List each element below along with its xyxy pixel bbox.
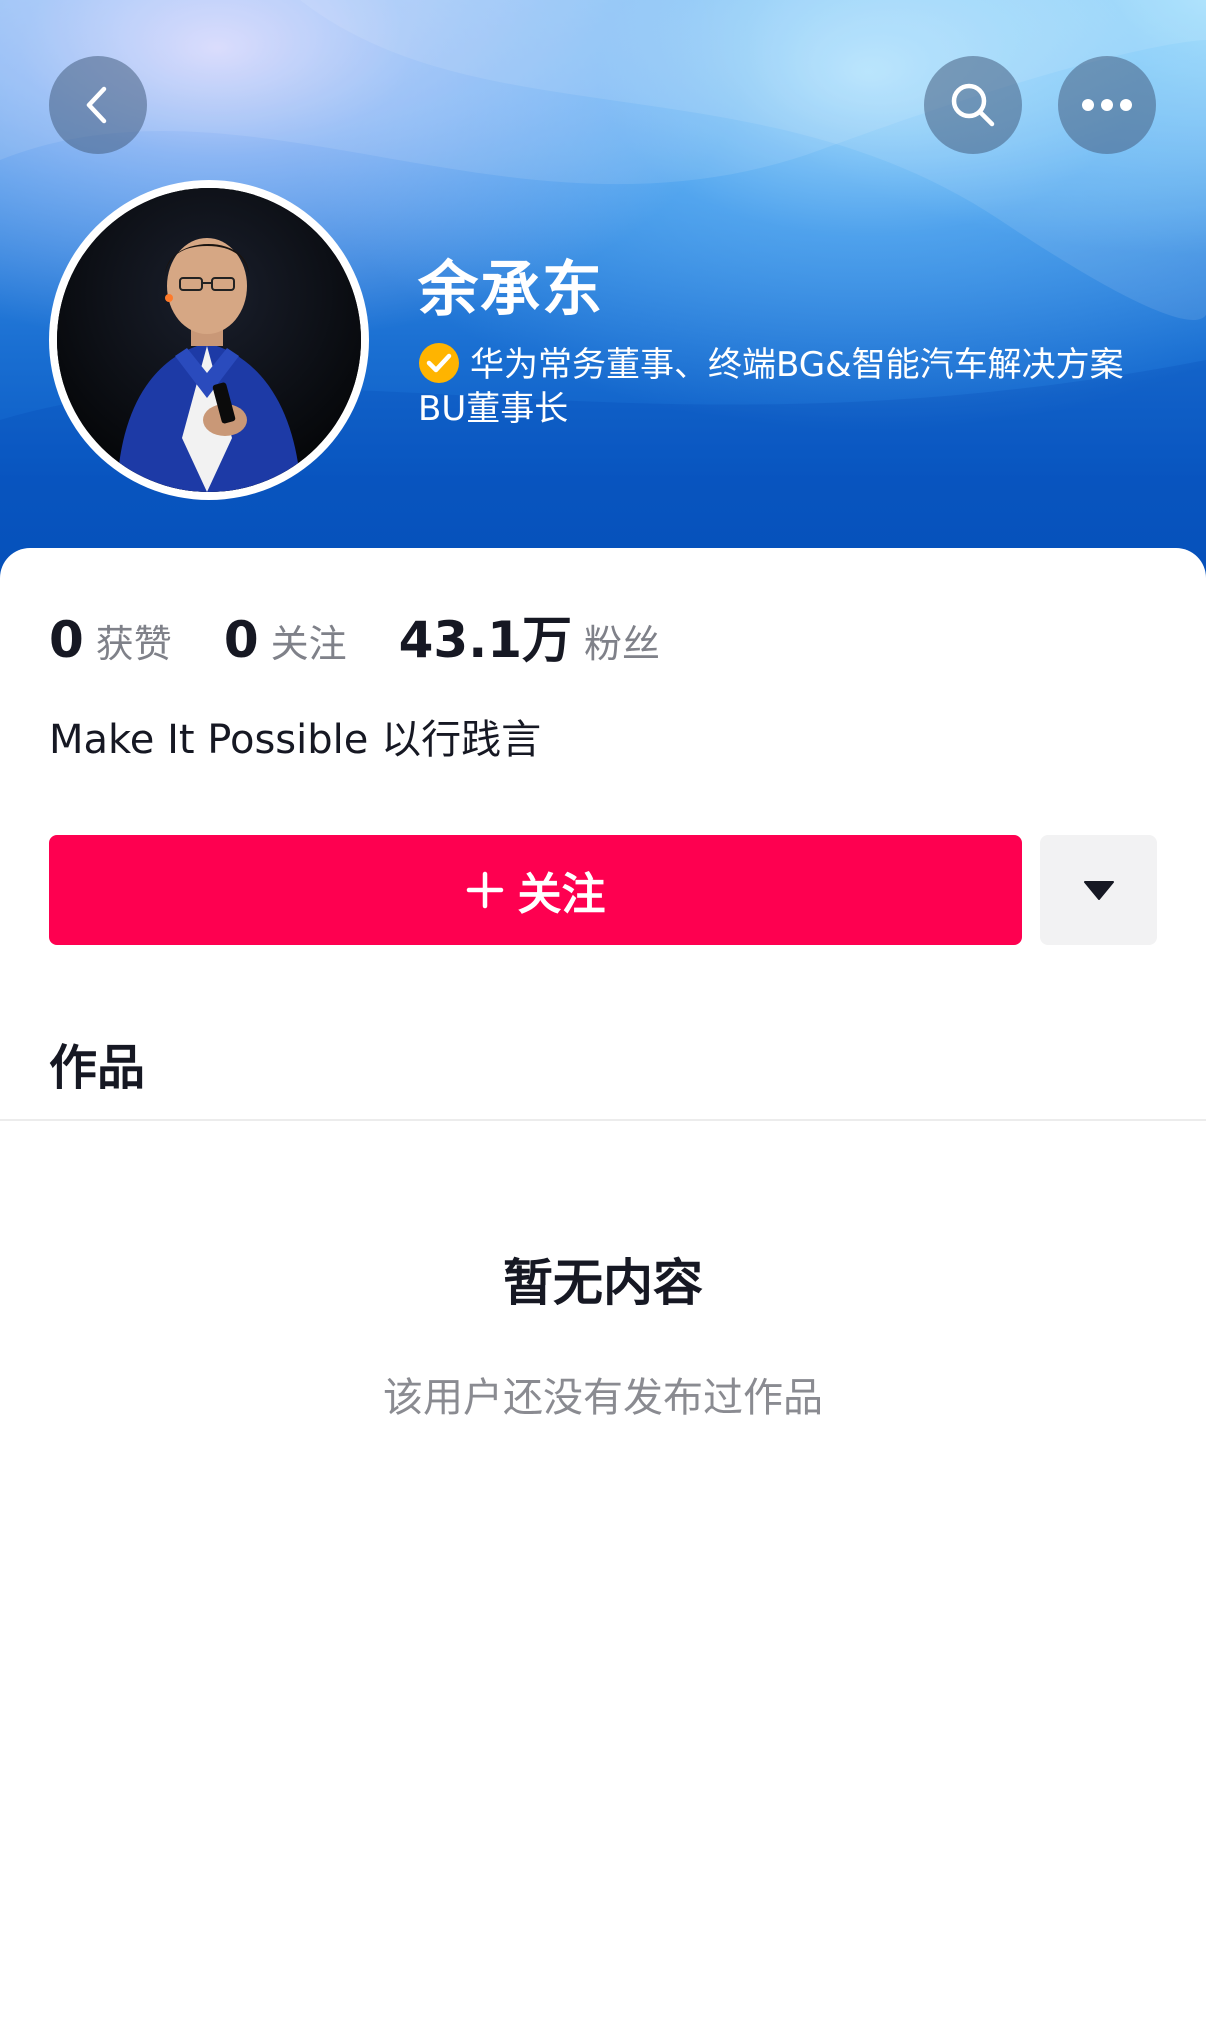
- caret-down-icon: [1083, 881, 1114, 900]
- profile-page: 余承东 华为常务董事、终端BG&智能汽车解决方案BU董事长 0 获赞 0 关注 …: [0, 0, 1206, 2031]
- stat-followers-value: 43.1万: [398, 611, 572, 669]
- search-icon: [951, 83, 995, 127]
- stat-following-label: 关注: [270, 622, 347, 666]
- empty-state-title: 暂无内容: [503, 1254, 703, 1312]
- verification-text: 华为常务董事、终端BG&智能汽车解决方案BU董事长: [418, 345, 1124, 429]
- profile-bio: Make It Possible 以行践言: [49, 717, 542, 763]
- search-button[interactable]: [924, 56, 1022, 154]
- more-dots-icon: [1082, 99, 1132, 111]
- avatar-frame[interactable]: [49, 180, 369, 500]
- back-button[interactable]: [49, 56, 147, 154]
- back-arrow-icon: [86, 86, 107, 124]
- avatar: [57, 188, 361, 492]
- follow-button[interactable]: 关注: [49, 835, 1022, 945]
- stat-followers[interactable]: 43.1万 粉丝: [399, 600, 660, 672]
- stat-likes-label: 获赞: [95, 622, 172, 666]
- plus-icon: [466, 871, 503, 909]
- avatar-photo: [57, 188, 361, 492]
- stat-followers-label: 粉丝: [584, 622, 661, 666]
- tab-works[interactable]: 作品: [49, 1028, 145, 1098]
- stat-following-value: 0: [223, 611, 259, 669]
- stats-row: 0 获赞 0 关注 43.1万 粉丝: [49, 600, 712, 672]
- user-name: 余承东: [418, 255, 604, 325]
- stat-following[interactable]: 0 关注: [224, 611, 347, 669]
- more-options-button[interactable]: [1058, 56, 1156, 154]
- empty-state-description: 该用户还没有发布过作品: [383, 1375, 823, 1421]
- stat-likes[interactable]: 0 获赞: [49, 611, 172, 669]
- recommend-dropdown-button[interactable]: [1040, 835, 1157, 945]
- stat-likes-value: 0: [49, 611, 84, 669]
- follow-button-label: 关注: [517, 869, 606, 920]
- verification-info: 华为常务董事、终端BG&智能汽车解决方案BU董事长: [418, 342, 1158, 431]
- verified-badge-icon: [419, 343, 459, 383]
- tab-divider: [0, 1119, 1206, 1121]
